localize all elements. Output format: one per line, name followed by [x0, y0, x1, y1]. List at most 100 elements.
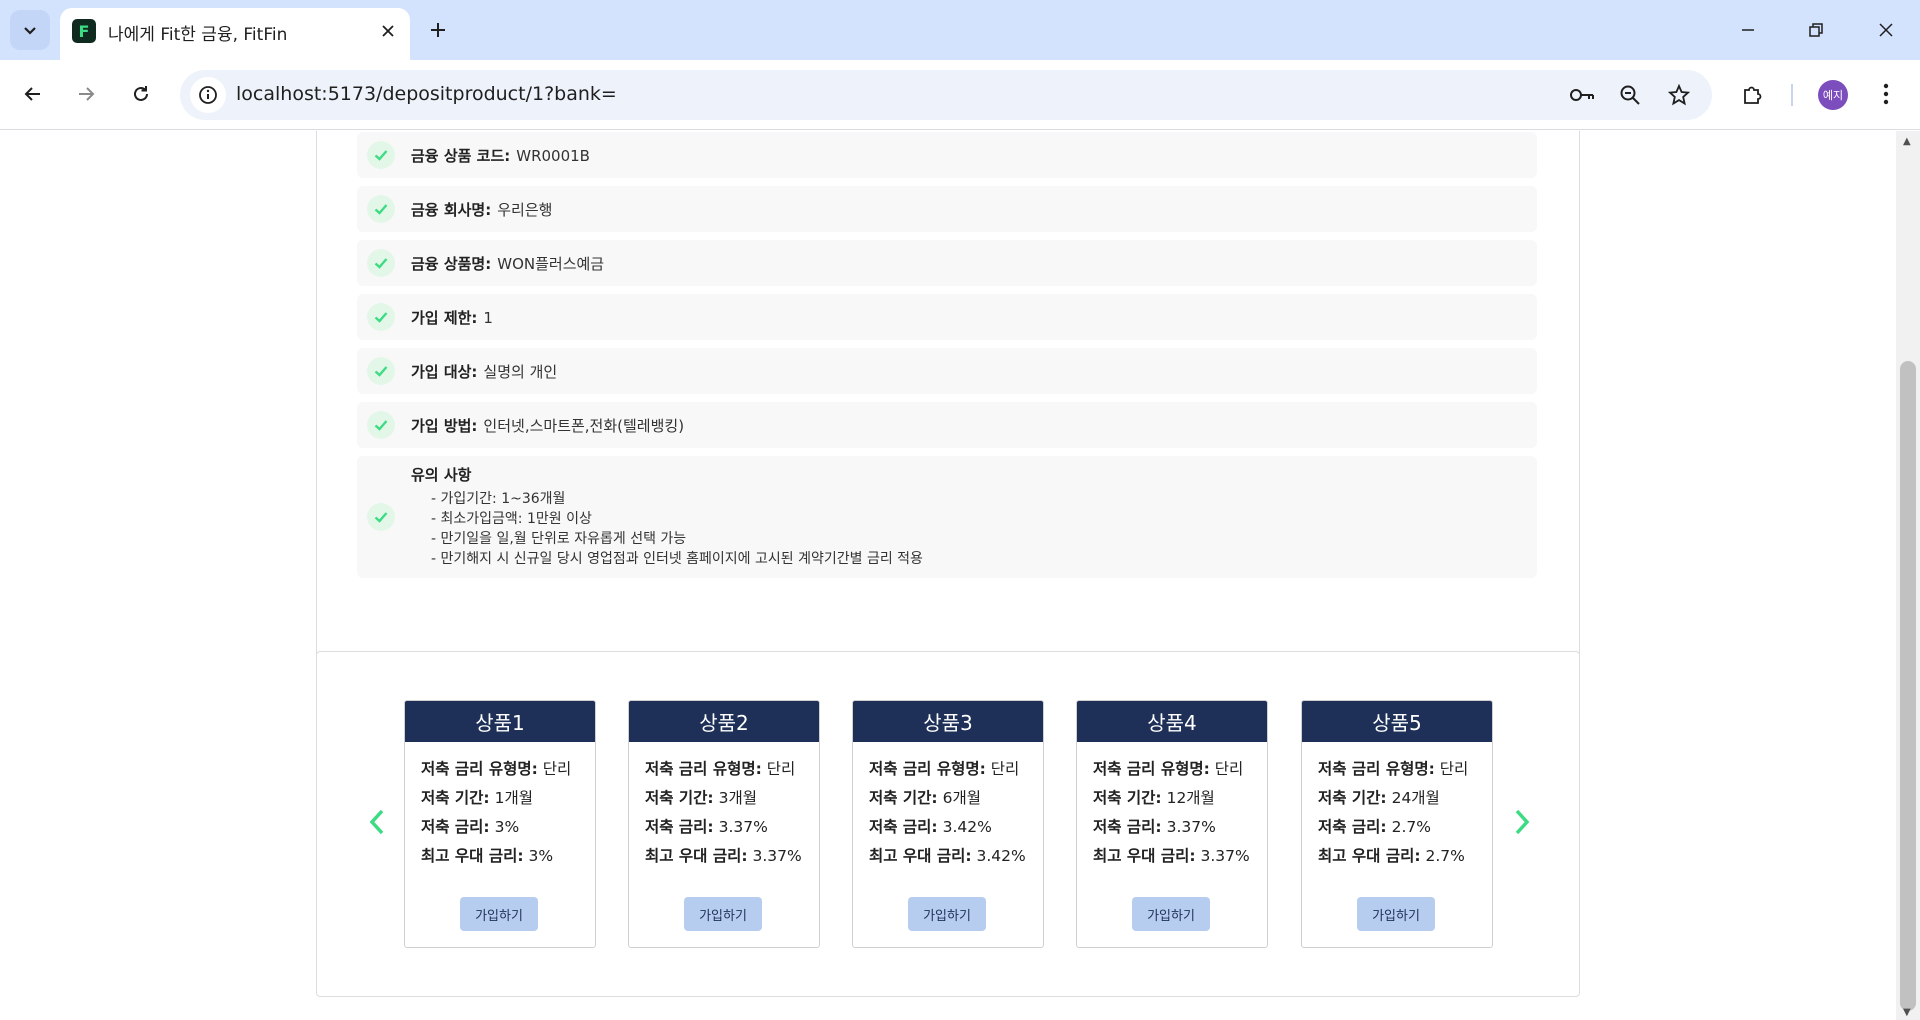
- rate-label: 저축 금리:: [1318, 818, 1387, 836]
- note-line: - 만기일을 일,월 단위로 자유롭게 선택 가능: [431, 531, 687, 547]
- product-card: 상품3 저축 금리 유형명: 단리 저축 기간: 6개월 저축 금리: 3.42…: [852, 700, 1044, 948]
- info-row: 가입 제한: 1: [357, 294, 1537, 340]
- reload-button[interactable]: [121, 74, 161, 114]
- info-text: 금융 상품 코드: WR0001B: [411, 145, 590, 166]
- term-label: 저축 기간:: [421, 789, 490, 807]
- page-scrollbar[interactable]: ▲ ▼: [1896, 131, 1920, 1020]
- rate-type-label: 저축 금리 유형명:: [421, 760, 538, 778]
- join-button[interactable]: 가입하기: [460, 897, 538, 931]
- product-rate: 저축 금리: 2.7%: [1318, 815, 1431, 837]
- scroll-up-arrow-icon[interactable]: ▲: [1903, 136, 1911, 147]
- chevron-down-icon: [24, 27, 36, 35]
- product-rate: 저축 금리: 3.42%: [869, 815, 992, 837]
- rate-value: 3.37%: [718, 818, 768, 836]
- rate-type-label: 저축 금리 유형명:: [1093, 760, 1210, 778]
- rate-label: 저축 금리:: [869, 818, 938, 836]
- restore-button[interactable]: [1796, 10, 1836, 50]
- max-rate-value: 3.37%: [1200, 847, 1250, 865]
- info-icon: [199, 86, 217, 104]
- product-name: 상품5: [1302, 701, 1492, 742]
- back-button[interactable]: [13, 74, 53, 114]
- rate-type-label: 저축 금리 유형명:: [1318, 760, 1435, 778]
- rate-type-label: 저축 금리 유형명:: [869, 760, 986, 778]
- extensions-button[interactable]: [1733, 74, 1773, 114]
- info-row: 가입 방법: 인터넷,스마트폰,전화(텔레뱅킹): [357, 402, 1537, 448]
- zoom-out-icon: [1620, 85, 1640, 105]
- product-name: 상품3: [853, 701, 1043, 742]
- term-label: 저축 기간:: [869, 789, 938, 807]
- close-icon: [382, 25, 394, 37]
- browser-tab[interactable]: F 나에게 Fit한 금융, FitFin: [60, 8, 410, 60]
- product-max-rate: 최고 우대 금리: 3.37%: [645, 844, 802, 866]
- info-label: 금융 상품명:: [411, 255, 492, 273]
- info-value: 인터넷,스마트폰,전화(텔레뱅킹): [483, 417, 685, 435]
- join-button[interactable]: 가입하기: [908, 897, 986, 931]
- term-value: 24개월: [1391, 789, 1440, 807]
- rate-type-label: 저축 금리 유형명:: [645, 760, 762, 778]
- rate-value: 3.37%: [1166, 818, 1216, 836]
- product-rate-type: 저축 금리 유형명: 단리: [1093, 757, 1243, 779]
- max-rate-value: 3%: [528, 847, 554, 865]
- more-vert-icon: [1883, 83, 1889, 105]
- notes-title: 유의 사항: [411, 466, 472, 484]
- product-max-rate: 최고 우대 금리: 3%: [421, 844, 553, 866]
- address-bar[interactable]: localhost:5173/depositproduct/1?bank=: [180, 70, 1712, 120]
- product-max-rate: 최고 우대 금리: 3.37%: [1093, 844, 1250, 866]
- check-icon: [367, 411, 395, 439]
- info-value: WR0001B: [516, 147, 590, 165]
- new-tab-button[interactable]: [420, 12, 456, 48]
- join-button[interactable]: 가입하기: [684, 897, 762, 931]
- window-close-button[interactable]: [1866, 10, 1906, 50]
- info-label: 금융 회사명:: [411, 201, 492, 219]
- info-label: 가입 대상:: [411, 363, 478, 381]
- tab-strip: F 나에게 Fit한 금융, FitFin: [0, 0, 1920, 60]
- info-text: 가입 대상: 실명의 개인: [411, 361, 557, 382]
- carousel-next-button[interactable]: [1507, 804, 1537, 840]
- info-text: 가입 제한: 1: [411, 307, 493, 328]
- tab-search-button[interactable]: [10, 10, 50, 50]
- term-value: 1개월: [494, 789, 533, 807]
- rate-label: 저축 금리:: [1093, 818, 1162, 836]
- product-card: 상품2 저축 금리 유형명: 단리 저축 기간: 3개월 저축 금리: 3.37…: [628, 700, 820, 948]
- max-rate-label: 최고 우대 금리:: [1093, 847, 1196, 865]
- zoom-button[interactable]: [1614, 79, 1646, 111]
- menu-button[interactable]: [1866, 74, 1906, 114]
- url-text[interactable]: localhost:5173/depositproduct/1?bank=: [236, 83, 617, 105]
- check-icon: [367, 141, 395, 169]
- product-card: 상품4 저축 금리 유형명: 단리 저축 기간: 12개월 저축 금리: 3.3…: [1076, 700, 1268, 948]
- term-value: 3개월: [718, 789, 757, 807]
- info-value: 1: [483, 309, 493, 327]
- scroll-down-arrow-icon[interactable]: ▼: [1903, 1007, 1911, 1018]
- site-info-button[interactable]: [190, 77, 226, 113]
- info-text: 가입 방법: 인터넷,스마트폰,전화(텔레뱅킹): [411, 415, 684, 436]
- rate-value: 3.42%: [942, 818, 992, 836]
- carousel-prev-button[interactable]: [362, 804, 392, 840]
- product-term: 저축 기간: 6개월: [869, 786, 981, 808]
- info-row: 가입 대상: 실명의 개인: [357, 348, 1537, 394]
- restore-icon: [1809, 23, 1823, 37]
- plus-icon: [431, 23, 445, 37]
- rate-type-value: 단리: [1439, 760, 1469, 778]
- info-label: 가입 제한:: [411, 309, 478, 327]
- join-button[interactable]: 가입하기: [1357, 897, 1435, 931]
- close-tab-button[interactable]: [374, 17, 402, 45]
- product-rate-type: 저축 금리 유형명: 단리: [421, 757, 571, 779]
- join-button[interactable]: 가입하기: [1132, 897, 1210, 931]
- max-rate-label: 최고 우대 금리:: [1318, 847, 1421, 865]
- max-rate-value: 3.42%: [976, 847, 1026, 865]
- check-icon: [367, 503, 395, 531]
- rate-label: 저축 금리:: [421, 818, 490, 836]
- puzzle-icon: [1744, 86, 1762, 104]
- favicon-icon: F: [72, 19, 96, 43]
- bookmark-button[interactable]: [1663, 79, 1695, 111]
- scrollbar-thumb[interactable]: [1900, 361, 1916, 1011]
- minimize-button[interactable]: [1728, 10, 1768, 50]
- profile-avatar[interactable]: 예지: [1818, 80, 1848, 110]
- product-rate-type: 저축 금리 유형명: 단리: [645, 757, 795, 779]
- password-key-button[interactable]: [1566, 79, 1598, 111]
- browser-toolbar: localhost:5173/depositproduct/1?bank= 예지: [0, 60, 1920, 130]
- term-label: 저축 기간:: [645, 789, 714, 807]
- product-rate: 저축 금리: 3.37%: [1093, 815, 1216, 837]
- product-rate-type: 저축 금리 유형명: 단리: [869, 757, 1019, 779]
- forward-button[interactable]: [66, 74, 106, 114]
